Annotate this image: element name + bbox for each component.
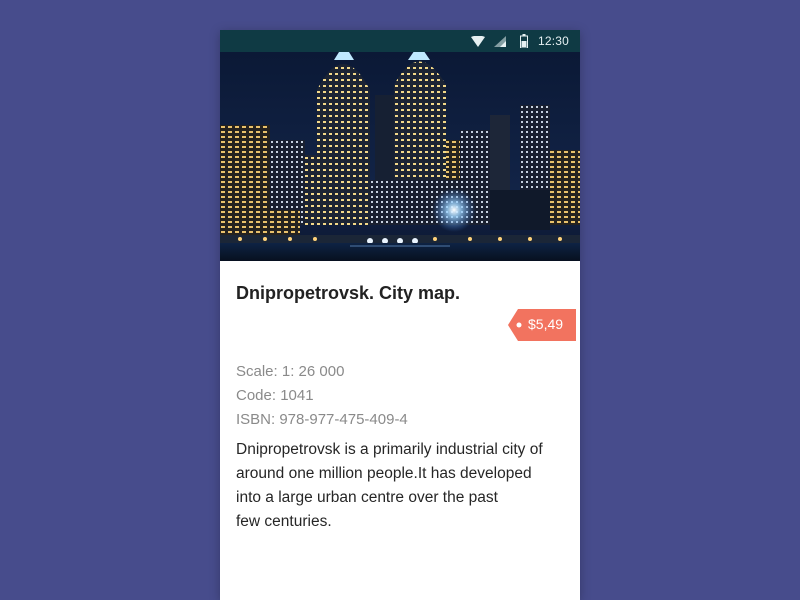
- status-bar: 12:30: [220, 30, 580, 52]
- isbn-text: ISBN: 978-977-475-409-4: [236, 411, 408, 428]
- product-meta: Scale: 1: 26 000 Code: 1041 ISBN: 978-97…: [236, 360, 408, 432]
- price-label: $5,49: [528, 316, 564, 332]
- code-text: Code: 1041: [236, 387, 314, 404]
- price-tag[interactable]: $5,49: [508, 309, 576, 341]
- signal-icon: [494, 36, 506, 50]
- status-time: 12:30: [538, 34, 570, 48]
- description-line: Dnipropetrovsk is a primarily industrial…: [236, 441, 543, 458]
- description-line: into a large urban centre over the past: [236, 489, 498, 506]
- wifi-icon: [471, 35, 485, 50]
- phone-screen: 12:30 Dnipropetrovsk. City map. $5,49 Sc…: [220, 30, 580, 600]
- battery-icon: [520, 34, 528, 51]
- scale-text: Scale: 1: 26 000: [236, 363, 345, 380]
- product-description: Dnipropetrovsk is a primarily industrial…: [236, 438, 566, 534]
- product-title: Dnipropetrovsk. City map.: [236, 283, 461, 303]
- hero-image: [220, 30, 580, 261]
- city-skyline-image: [220, 30, 580, 261]
- description-line: few centuries.: [236, 513, 332, 530]
- description-line: around one million people.It has develop…: [236, 465, 532, 482]
